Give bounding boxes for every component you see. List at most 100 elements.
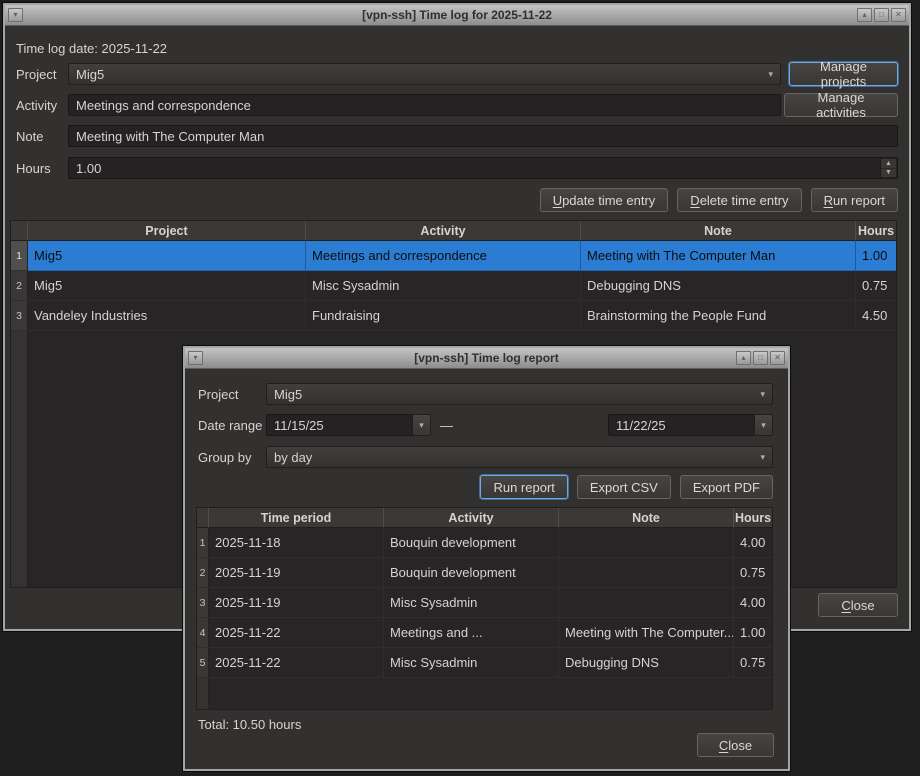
note-label: Note (16, 129, 43, 144)
cell-activity: Misc Sysadmin (384, 648, 559, 678)
cell-note: Brainstorming the People Fund (581, 301, 856, 331)
cell-activity: Meetings and correspondence (306, 241, 581, 271)
cell-hours: 0.75 (734, 558, 772, 588)
column-header-note[interactable]: Note (581, 221, 856, 241)
cell-project: Mig5 (28, 271, 306, 301)
group-by-combo-value: by day (274, 450, 312, 465)
table-header: Project Activity Note Hours (11, 221, 896, 241)
activity-label: Activity (16, 98, 57, 113)
cell-project: Mig5 (28, 241, 306, 271)
cell-activity: Meetings and ... (384, 618, 559, 648)
window-menu-icon[interactable]: ▾ (8, 8, 23, 22)
cell-hours: 4.00 (734, 588, 772, 618)
cell-note: Meeting with The Computer... (559, 618, 734, 648)
dialog-title: [vpn-ssh] Time log report (185, 351, 788, 365)
cell-hours: 4.50 (856, 301, 896, 331)
report-project-combo-value: Mig5 (274, 387, 302, 402)
close-icon[interactable]: ✕ (770, 351, 785, 365)
table-row[interactable]: 52025-11-22Misc SysadminDebugging DNS0.7… (197, 648, 772, 678)
manage-activities-button[interactable]: Manage activities (784, 93, 898, 117)
cell-note (559, 558, 734, 588)
group-by-combo[interactable]: by day ▾ (266, 446, 773, 468)
cell-activity: Misc Sysadmin (384, 588, 559, 618)
manage-projects-button[interactable]: Manage projects (789, 62, 898, 86)
column-header-note[interactable]: Note (559, 508, 734, 528)
export-csv-button[interactable]: Export CSV (577, 475, 671, 499)
main-window-title: [vpn-ssh] Time log for 2025-11-22 (5, 8, 909, 22)
dialog-close-button[interactable]: Close (697, 733, 774, 757)
dialog-titlebar[interactable]: ▾ [vpn-ssh] Time log report ▴ □ ✕ (185, 348, 788, 369)
hours-spinbox-value: 1.00 (76, 161, 101, 176)
total-hours-label: Total: 10.50 hours (198, 717, 301, 732)
column-header-activity[interactable]: Activity (306, 221, 581, 241)
activity-input[interactable]: Meetings and correspondence (68, 94, 781, 116)
date-range-separator: — (440, 418, 453, 433)
update-time-entry-button[interactable]: Update time entry (540, 188, 669, 212)
project-combo-value: Mig5 (76, 67, 104, 82)
chevron-down-icon[interactable]: ▾ (754, 414, 773, 436)
chevron-down-icon: ▾ (760, 452, 765, 463)
project-combo[interactable]: Mig5 ▾ (68, 63, 781, 85)
cell-hours: 1.00 (734, 618, 772, 648)
column-header-project[interactable]: Project (28, 221, 306, 241)
table-row[interactable]: 1Mig5Meetings and correspondenceMeeting … (11, 241, 896, 271)
column-header-hours[interactable]: Hours (856, 221, 896, 241)
report-project-combo[interactable]: Mig5 ▾ (266, 383, 773, 405)
report-dialog: ▾ [vpn-ssh] Time log report ▴ □ ✕ Projec… (183, 346, 790, 771)
table-row[interactable]: 42025-11-22Meetings and ...Meeting with … (197, 618, 772, 648)
report-table: Time period Activity Note Hours 12025-11… (196, 507, 773, 710)
cell-note: Meeting with The Computer Man (581, 241, 856, 271)
row-number: 2 (197, 558, 209, 588)
run-report-button[interactable]: Run report (811, 188, 898, 212)
row-number: 1 (11, 241, 28, 271)
window-menu-icon[interactable]: ▾ (188, 351, 203, 365)
main-titlebar[interactable]: ▾ [vpn-ssh] Time log for 2025-11-22 ▴ □ … (5, 5, 909, 26)
date-end-value[interactable]: 11/22/25 (608, 414, 754, 436)
row-number: 2 (11, 271, 28, 301)
table-row[interactable]: 3Vandeley IndustriesFundraisingBrainstor… (11, 301, 896, 331)
gutter-header (11, 221, 28, 241)
table-row[interactable]: 12025-11-18Bouquin development4.00 (197, 528, 772, 558)
hours-spinbox[interactable]: 1.00 ▲ ▼ (68, 157, 898, 179)
export-pdf-button[interactable]: Export PDF (680, 475, 773, 499)
date-start-picker[interactable]: 11/15/25 ▾ (266, 414, 431, 436)
cell-project: Vandeley Industries (28, 301, 306, 331)
main-close-button[interactable]: Close (818, 593, 898, 617)
table-row[interactable]: 32025-11-19Misc Sysadmin4.00 (197, 588, 772, 618)
maximize-icon[interactable]: □ (874, 8, 889, 22)
date-end-picker[interactable]: 11/22/25 ▾ (608, 414, 773, 436)
cell-note: Debugging DNS (559, 648, 734, 678)
table-row[interactable]: 2Mig5Misc SysadminDebugging DNS0.75 (11, 271, 896, 301)
spin-up-icon[interactable]: ▲ (881, 159, 896, 169)
row-number: 5 (197, 648, 209, 678)
cell-hours: 0.75 (734, 648, 772, 678)
row-number: 3 (197, 588, 209, 618)
table-row[interactable]: 22025-11-19Bouquin development 0.75 (197, 558, 772, 588)
cell-period: 2025-11-22 (209, 618, 384, 648)
cell-note (559, 588, 734, 618)
maximize-icon[interactable]: □ (753, 351, 768, 365)
close-icon[interactable]: ✕ (891, 8, 906, 22)
shade-icon[interactable]: ▴ (857, 8, 872, 22)
note-input[interactable]: Meeting with The Computer Man (68, 125, 898, 147)
delete-time-entry-button[interactable]: Delete time entry (677, 188, 801, 212)
cell-note: Debugging DNS (581, 271, 856, 301)
date-start-value[interactable]: 11/15/25 (266, 414, 412, 436)
column-header-hours[interactable]: Hours (734, 508, 772, 528)
spin-down-icon[interactable]: ▼ (881, 169, 896, 178)
dialog-run-report-button[interactable]: Run report (480, 475, 567, 499)
chevron-down-icon[interactable]: ▾ (412, 414, 431, 436)
column-header-activity[interactable]: Activity (384, 508, 559, 528)
cell-period: 2025-11-22 (209, 648, 384, 678)
note-input-value: Meeting with The Computer Man (76, 129, 264, 144)
time-log-date-label: Time log date: 2025-11-22 (16, 41, 167, 56)
cell-period: 2025-11-19 (209, 558, 384, 588)
cell-activity: Bouquin development (384, 528, 559, 558)
cell-hours: 0.75 (856, 271, 896, 301)
cell-activity: Bouquin development (384, 558, 559, 588)
shade-icon[interactable]: ▴ (736, 351, 751, 365)
activity-input-value: Meetings and correspondence (76, 98, 251, 113)
row-number: 3 (11, 301, 28, 331)
table-header: Time period Activity Note Hours (197, 508, 772, 528)
column-header-time-period[interactable]: Time period (209, 508, 384, 528)
